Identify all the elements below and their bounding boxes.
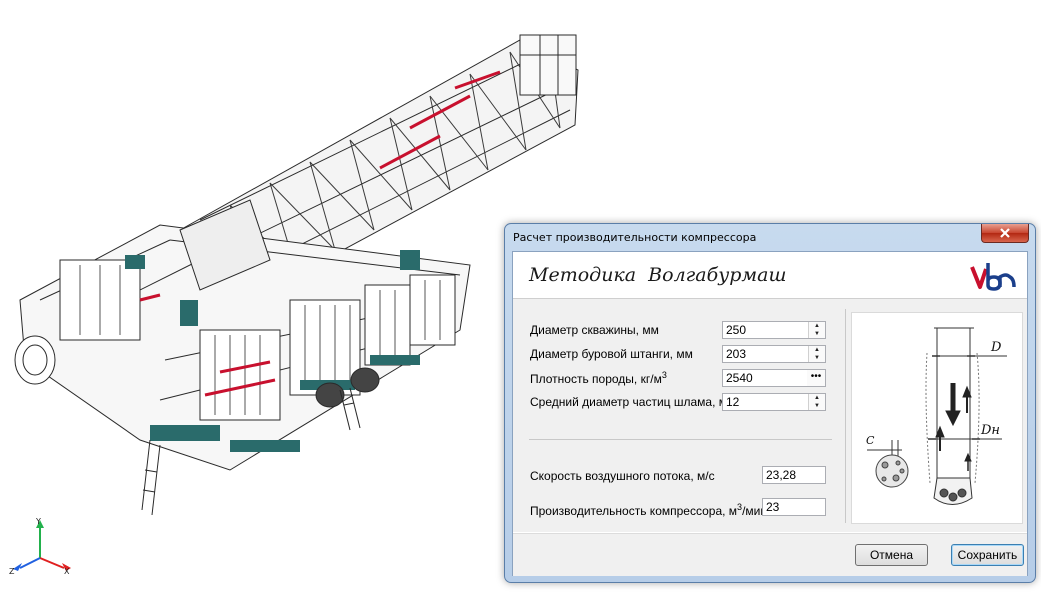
axis-triad: Y X Z	[9, 517, 71, 576]
diagram-label-c: C	[866, 434, 875, 447]
volgaburmash-logo-icon	[970, 263, 1016, 291]
axis-y-label: Y	[35, 517, 41, 526]
spin-up-icon[interactable]: ▲	[809, 322, 825, 330]
drill-rod-diameter-label: Диаметр буровой штанги, мм	[530, 347, 693, 361]
rock-density-input[interactable]: 2540 •••	[722, 369, 826, 387]
dialog-body: Диаметр скважины, мм 250 ▲ ▼ Диаметр бур…	[513, 299, 1027, 532]
dialog-footer: Отмена Сохранить	[513, 533, 1027, 576]
close-button[interactable]	[981, 224, 1029, 243]
cuttings-diameter-input[interactable]: 12 ▲ ▼	[722, 393, 826, 411]
cuttings-diameter-label: Средний диаметр частиц шлама, мм	[530, 395, 736, 409]
spin-up-icon[interactable]: ▲	[809, 394, 825, 402]
vertical-divider	[845, 309, 846, 523]
borehole-diameter-input[interactable]: 250 ▲ ▼	[722, 321, 826, 339]
borehole-diameter-value: 250	[726, 323, 747, 337]
airflow-velocity-output[interactable]: 23,28	[762, 466, 826, 484]
dialog-client: Методика Волгабурмаш Диаметр скважины, м…	[512, 251, 1028, 576]
drill-rod-diameter-input[interactable]: 203 ▲ ▼	[722, 345, 826, 363]
dialog-header: Методика Волгабурмаш	[513, 252, 1027, 299]
compressor-capacity-output[interactable]: 23	[762, 498, 826, 516]
cancel-button[interactable]: Отмена	[855, 544, 928, 566]
rock-density-unit-sup: 3	[661, 370, 667, 380]
dialog-titlebar[interactable]: Расчет производительности компрессора	[505, 224, 1035, 251]
rock-density-label: Плотность породы, кг/м3	[530, 370, 667, 386]
compressor-capacity-label-text: Производительность компрессора, м	[530, 504, 738, 518]
compressor-capacity-label: Производительность компрессора, м3/мин	[530, 502, 767, 518]
rock-density-label-text: Плотность породы, кг/м	[530, 372, 662, 386]
axis-z-label: Z	[9, 567, 15, 576]
borehole-diameter-spinner[interactable]: ▲ ▼	[808, 322, 825, 338]
dialog-title: Расчет производительности компрессора	[513, 231, 757, 244]
diagram-label-d: D	[990, 340, 1002, 355]
spin-down-icon[interactable]: ▼	[809, 330, 825, 338]
close-icon	[1000, 228, 1010, 238]
cuttings-diameter-spinner[interactable]: ▲ ▼	[808, 394, 825, 410]
spin-down-icon[interactable]: ▼	[809, 354, 825, 362]
rock-density-value: 2540	[726, 371, 753, 385]
cuttings-diameter-value: 12	[726, 395, 740, 409]
ellipsis-icon[interactable]: •••	[807, 370, 825, 386]
compressor-dialog: Расчет производительности компрессора Ме…	[504, 223, 1036, 583]
spin-up-icon[interactable]: ▲	[809, 346, 825, 354]
drill-rod-diameter-value: 203	[726, 347, 747, 361]
diagram-label-dh: Dн	[980, 423, 1000, 438]
drill-rod-diameter-spinner[interactable]: ▲ ▼	[808, 346, 825, 362]
axis-x-label: X	[64, 567, 70, 576]
cad-viewport[interactable]: Y X Z Расчет производительности компресс…	[0, 0, 1041, 600]
borehole-diameter-label: Диаметр скважины, мм	[530, 323, 659, 337]
save-button[interactable]: Сохранить	[951, 544, 1024, 566]
borehole-diagram: D Dн C	[851, 312, 1023, 524]
section-divider	[529, 439, 832, 440]
spin-down-icon[interactable]: ▼	[809, 402, 825, 410]
method-title: Методика Волгабурмаш	[529, 264, 787, 286]
airflow-velocity-label: Скорость воздушного потока, м/с	[530, 469, 715, 483]
